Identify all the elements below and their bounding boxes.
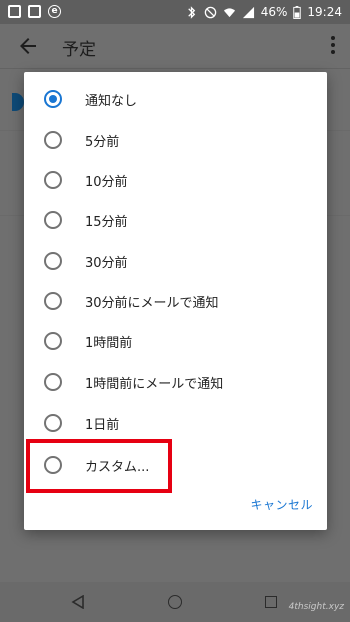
option-5min[interactable]: 5分前 <box>24 120 327 160</box>
radio-button[interactable] <box>44 414 62 432</box>
option-1hour[interactable]: 1時間前 <box>24 321 327 361</box>
highlight-annotation <box>26 439 172 493</box>
option-no-notification[interactable]: 通知なし <box>24 79 327 119</box>
option-10min[interactable]: 10分前 <box>24 160 327 200</box>
clock: 19:24 <box>307 5 342 19</box>
radio-button[interactable] <box>44 292 62 310</box>
option-label: 1時間前にメールで通知 <box>85 377 224 392</box>
more-vert-icon[interactable] <box>330 36 336 56</box>
option-1hour-email[interactable]: 1時間前にメールで通知 <box>24 362 327 402</box>
option-label: 1時間前 <box>85 336 133 351</box>
option-label: 15分前 <box>85 215 128 230</box>
battery-percent: 46% <box>260 5 288 19</box>
option-label: 1日前 <box>85 418 120 433</box>
image-icon <box>8 5 21 18</box>
signal-icon <box>242 6 254 18</box>
option-30min[interactable]: 30分前 <box>24 241 327 281</box>
p-box-icon <box>28 5 41 18</box>
option-30min-email[interactable]: 30分前にメールで通知 <box>24 281 327 321</box>
option-label: 30分前 <box>85 256 128 271</box>
cancel-button[interactable]: キャンセル <box>250 496 313 513</box>
radio-button[interactable] <box>44 211 62 229</box>
option-label: 通知なし <box>85 94 138 109</box>
nav-recents-icon[interactable] <box>265 596 277 608</box>
radio-button[interactable] <box>44 131 62 149</box>
radio-button[interactable] <box>44 373 62 391</box>
toggle-indicator <box>12 93 24 111</box>
battery-icon <box>293 5 302 19</box>
radio-button[interactable] <box>44 171 62 189</box>
arrow-back-icon[interactable] <box>16 34 40 58</box>
e-circle-icon: e <box>48 5 61 18</box>
page-title: 予定 <box>62 40 96 60</box>
option-1day[interactable]: 1日前 <box>24 403 327 443</box>
nav-home-icon[interactable] <box>168 595 182 609</box>
watermark: 4thsight.xyz <box>288 602 344 612</box>
wifi-icon <box>223 7 235 17</box>
mute-icon <box>204 6 216 18</box>
radio-button[interactable] <box>44 332 62 350</box>
app-bar: 予定 <box>0 24 350 68</box>
nav-back-icon[interactable] <box>71 595 85 609</box>
navigation-bar: 4thsight.xyz <box>0 582 350 622</box>
bluetooth-icon <box>187 5 195 19</box>
option-label: 30分前にメールで通知 <box>85 296 219 311</box>
option-label: 5分前 <box>85 135 120 150</box>
status-bar: e 46% 19:24 <box>0 0 350 24</box>
option-label: 10分前 <box>85 175 128 190</box>
radio-button[interactable] <box>44 90 62 108</box>
option-15min[interactable]: 15分前 <box>24 200 327 240</box>
radio-button[interactable] <box>44 252 62 270</box>
divider <box>0 68 350 69</box>
